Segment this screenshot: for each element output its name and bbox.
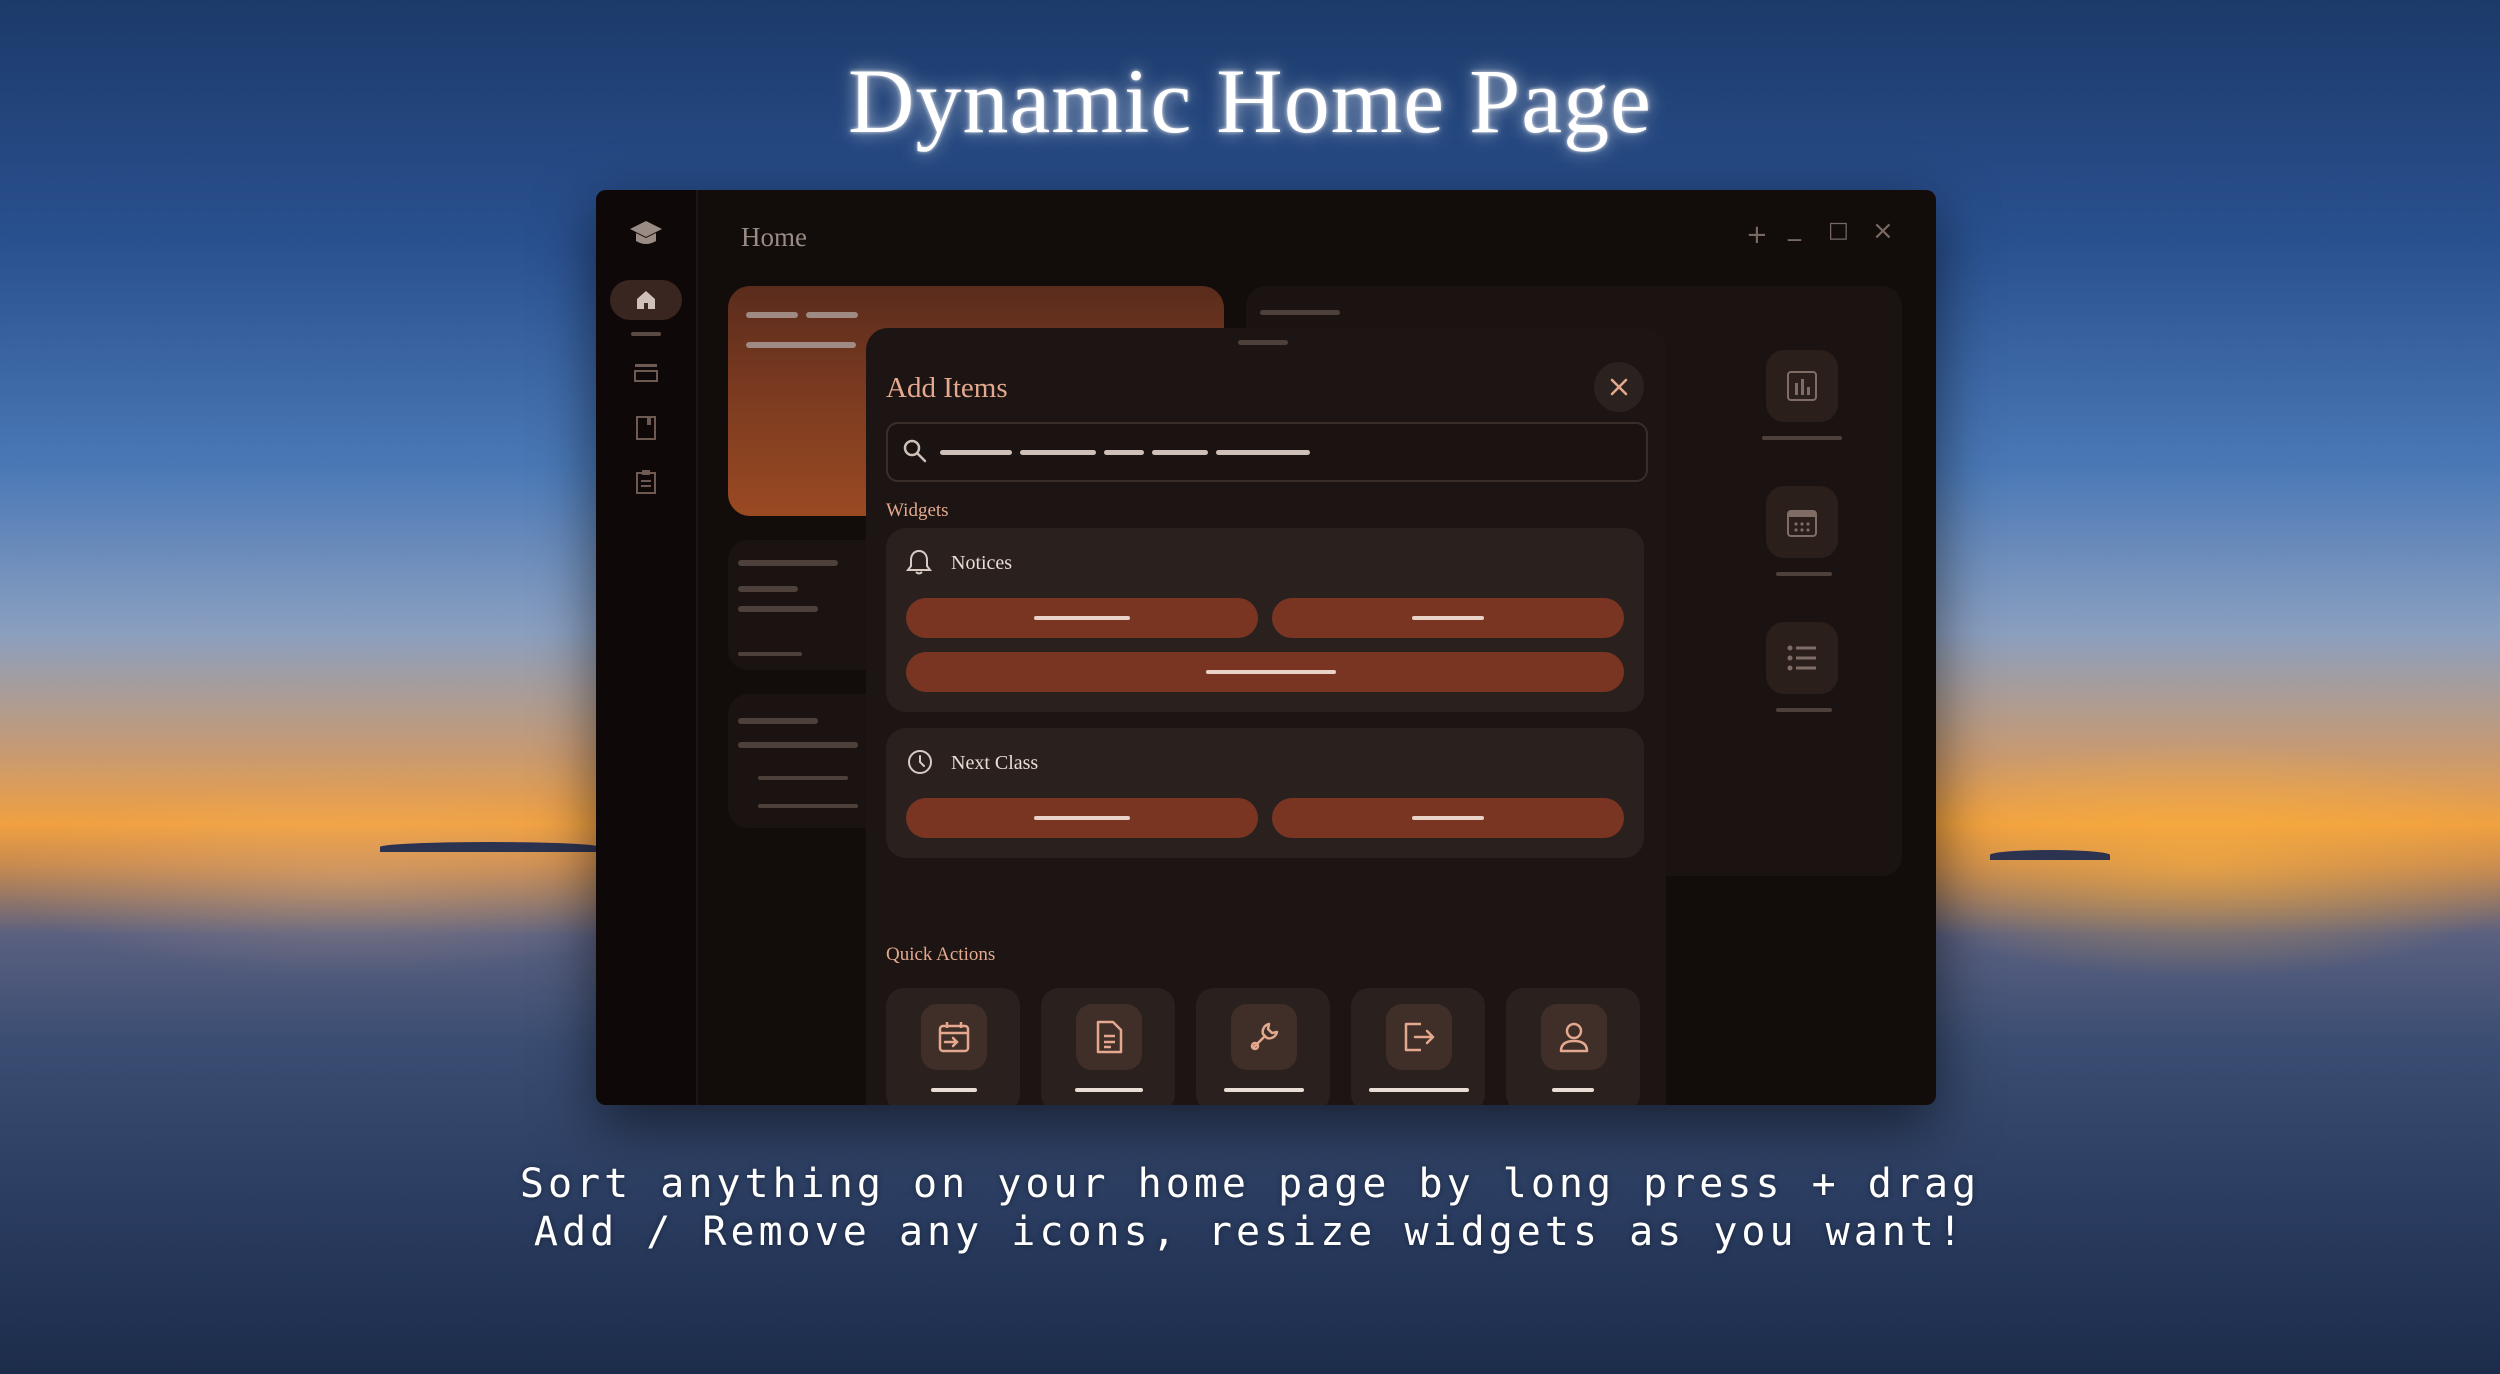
feature-caption: Sort anything on your home page by long … — [0, 1160, 2500, 1256]
add-items-dialog: Add Items Widgets Notices Next Class Qui… — [866, 328, 1666, 1105]
widget-title: Next Class — [951, 752, 1039, 774]
home-icon — [637, 291, 655, 309]
placeholder-text — [806, 312, 858, 318]
placeholder-text — [738, 606, 818, 612]
add-button[interactable]: + — [1746, 220, 1768, 250]
action-label — [931, 1088, 977, 1092]
quick-action-tools[interactable] — [1196, 988, 1330, 1105]
tile-label — [1762, 436, 1842, 440]
minimize-button[interactable]: _ — [1788, 212, 1801, 242]
search-placeholder — [940, 450, 1012, 455]
tile-calendar[interactable] — [1766, 486, 1838, 558]
quick-action-import-schedule[interactable] — [886, 988, 1020, 1105]
option-label — [1206, 670, 1336, 674]
placeholder-text — [738, 652, 802, 656]
bar-chart-icon — [1787, 371, 1817, 401]
document-icon — [1076, 1004, 1142, 1070]
quick-action-document[interactable] — [1041, 988, 1175, 1105]
calendar-icon — [1787, 510, 1817, 537]
book-icon — [636, 416, 656, 440]
window-title: Home — [741, 222, 807, 252]
tile-list[interactable] — [1766, 622, 1838, 694]
quick-action-profile[interactable] — [1506, 988, 1640, 1105]
app-window: Home + _ □ × Add Items Widgets Notices N… — [596, 190, 1936, 1105]
search-placeholder — [1216, 450, 1310, 455]
list-icon — [634, 364, 658, 382]
widget-size-option[interactable] — [1272, 798, 1624, 838]
dialog-title: Add Items — [886, 372, 1008, 404]
rail-active-indicator — [631, 332, 661, 336]
clock-icon — [908, 750, 932, 774]
page-headline: Dynamic Home Page — [848, 50, 1652, 152]
search-placeholder — [1104, 450, 1144, 455]
schedule-card[interactable] — [728, 694, 888, 828]
placeholder-text — [746, 342, 856, 348]
caption-line-2: Add / Remove any icons, resize widgets a… — [533, 1209, 1967, 1255]
action-label — [1369, 1088, 1469, 1092]
widget-size-option[interactable] — [906, 598, 1258, 638]
distant-island — [380, 842, 600, 852]
search-icon — [903, 439, 927, 463]
quick-action-sign-out[interactable] — [1351, 988, 1485, 1105]
widgets-section-label: Widgets — [886, 500, 949, 521]
bell-icon — [906, 549, 932, 575]
tile-label — [1776, 572, 1832, 576]
close-window-button[interactable]: × — [1872, 216, 1894, 246]
sunset-glow — [1850, 740, 2500, 980]
action-label — [1552, 1088, 1594, 1092]
widget-size-option[interactable] — [906, 652, 1624, 692]
widget-size-option[interactable] — [1272, 598, 1624, 638]
close-dialog-button[interactable] — [1594, 362, 1644, 412]
placeholder-text — [758, 776, 848, 780]
search-placeholder — [1152, 450, 1208, 455]
graduation-cap-icon[interactable] — [626, 214, 666, 254]
placeholder-text — [1260, 310, 1340, 315]
summary-card[interactable] — [728, 540, 888, 670]
placeholder-text — [758, 804, 858, 808]
placeholder-text — [738, 586, 798, 592]
navigation-rail — [596, 190, 698, 1105]
action-label — [1075, 1088, 1143, 1092]
clipboard-icon — [636, 470, 656, 494]
rail-item-book[interactable] — [626, 408, 666, 448]
distant-island — [1990, 850, 2110, 860]
calendar-import-icon — [921, 1004, 987, 1070]
placeholder-text — [738, 560, 838, 566]
action-label — [1224, 1088, 1304, 1092]
rail-item-list[interactable] — [626, 354, 666, 394]
widget-card-next-class[interactable]: Next Class — [886, 728, 1644, 858]
bullet-list-icon — [1787, 645, 1816, 671]
option-label — [1034, 616, 1130, 620]
quick-actions-section-label: Quick Actions — [886, 944, 996, 965]
rail-item-home[interactable] — [610, 280, 682, 320]
person-icon — [1541, 1004, 1607, 1070]
tile-stats[interactable] — [1766, 350, 1838, 422]
logout-icon — [1386, 1004, 1452, 1070]
search-placeholder — [1020, 450, 1096, 455]
placeholder-text — [738, 718, 818, 724]
maximize-button[interactable]: □ — [1828, 218, 1849, 243]
option-label — [1412, 816, 1484, 820]
drag-handle[interactable] — [1238, 340, 1288, 345]
horizon-glow — [0, 780, 700, 980]
caption-line-1: Sort anything on your home page by long … — [519, 1161, 1981, 1207]
tile-label — [1776, 708, 1832, 712]
option-label — [1412, 616, 1484, 620]
close-icon — [1610, 378, 1628, 396]
wrench-icon — [1231, 1004, 1297, 1070]
widget-size-option[interactable] — [906, 798, 1258, 838]
option-label — [1034, 816, 1130, 820]
search-input[interactable] — [886, 422, 1648, 482]
widget-title: Notices — [951, 552, 1013, 574]
rail-item-clipboard[interactable] — [626, 462, 666, 502]
widget-card-notices[interactable]: Notices — [886, 528, 1644, 712]
placeholder-text — [738, 742, 858, 748]
placeholder-text — [746, 312, 798, 318]
